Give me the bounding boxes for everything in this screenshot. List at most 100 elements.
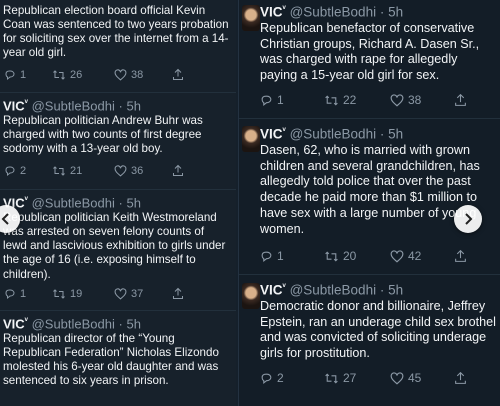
reply-button[interactable]: 2 [260, 371, 324, 385]
retweet-count: 27 [343, 371, 357, 385]
retweet-button[interactable]: 26 [52, 69, 114, 81]
share-button[interactable] [454, 93, 467, 107]
reply-button[interactable]: 1 [4, 288, 52, 300]
heart-icon [114, 164, 127, 177]
reply-icon [261, 251, 272, 262]
reply-count: 2 [20, 164, 27, 177]
verified-badge-icon: ᵛ [282, 125, 286, 135]
share-icon [173, 164, 183, 176]
retweet-count: 22 [343, 93, 357, 107]
heart-icon [114, 68, 127, 81]
author-handle[interactable]: @SubtleBodhi [32, 98, 115, 113]
reply-count: 2 [277, 371, 284, 385]
retweet-button[interactable]: 27 [324, 371, 390, 385]
author-handle[interactable]: @SubtleBodhi [32, 316, 115, 331]
tweet-header: VICᵛ @SubtleBodhi · 5h [260, 281, 403, 298]
retweet-icon [325, 372, 338, 384]
author-handle[interactable]: @SubtleBodhi [290, 5, 377, 20]
retweet-button[interactable]: 21 [52, 165, 114, 177]
tweet-actions: 2 27 45 [260, 371, 467, 385]
share-button[interactable] [172, 68, 184, 81]
avatar[interactable] [242, 126, 260, 152]
tweet-text: Republican director of the “Young Republ… [3, 332, 219, 388]
reply-button[interactable]: 1 [260, 93, 324, 107]
like-button[interactable]: 42 [390, 249, 454, 263]
author-name[interactable]: VIC [3, 98, 25, 113]
next-slide-button[interactable] [454, 205, 482, 233]
retweet-icon [53, 165, 65, 176]
reply-icon [5, 70, 15, 80]
reply-button[interactable]: 2 [4, 165, 52, 177]
tweet-card[interactable]: VICᵛ @SubtleBodhi · 5h Democratic donor … [239, 275, 500, 406]
tweet-actions: 2 21 36 [4, 164, 184, 177]
verified-badge-icon: ᵛ [24, 315, 28, 325]
dot-separator: · [118, 195, 123, 211]
right-screenshot-panel: VICᵛ @SubtleBodhi · 5h Republican benefa… [238, 0, 500, 406]
chevron-right-icon [465, 213, 473, 225]
tweet-card[interactable]: VICᵛ @SubtleBodhi · 5h Republican benefa… [239, 0, 500, 118]
author-handle[interactable]: @SubtleBodhi [32, 195, 115, 210]
author-name[interactable]: VIC [260, 5, 283, 20]
author-name[interactable]: VIC [3, 316, 25, 331]
share-button[interactable] [172, 287, 184, 300]
like-button[interactable]: 38 [390, 93, 454, 107]
left-screenshot-panel: Republican election board official Kevin… [0, 0, 236, 406]
timestamp[interactable]: 5h [126, 316, 140, 331]
reply-button[interactable]: 1 [4, 69, 52, 81]
like-count: 36 [131, 164, 144, 177]
reply-count: 1 [20, 68, 27, 81]
tweet-text: Republican election board official Kevin… [3, 4, 229, 60]
author-handle[interactable]: @SubtleBodhi [290, 127, 377, 142]
tweet-card[interactable]: VICᵛ @SubtleBodhi · 5h Republican politi… [0, 190, 236, 310]
share-button[interactable] [172, 164, 184, 177]
reply-icon [5, 289, 15, 299]
tweet-actions: 1 19 37 [4, 287, 184, 300]
timestamp[interactable]: 5h [126, 98, 140, 113]
like-button[interactable]: 36 [114, 165, 172, 177]
retweet-count: 21 [70, 164, 83, 177]
author-handle[interactable]: @SubtleBodhi [290, 283, 377, 298]
reply-count: 1 [20, 287, 27, 300]
tweet-text: Republican benefactor of conservative Ch… [260, 21, 480, 83]
avatar[interactable] [242, 283, 260, 309]
timestamp[interactable]: 5h [126, 195, 140, 210]
reply-count: 1 [277, 249, 284, 263]
reply-button[interactable]: 1 [260, 249, 324, 263]
heart-icon [390, 249, 404, 263]
share-button[interactable] [454, 249, 467, 263]
retweet-count: 19 [70, 287, 83, 300]
timestamp[interactable]: 5h [388, 283, 403, 298]
like-count: 38 [408, 93, 422, 107]
retweet-button[interactable]: 20 [324, 249, 390, 263]
like-count: 38 [131, 68, 144, 81]
tweet-card[interactable]: VICᵛ @SubtleBodhi · 5h Republican politi… [0, 93, 236, 189]
tweet-card[interactable]: VICᵛ @SubtleBodhi · 5h Republican direct… [0, 311, 236, 406]
share-button[interactable] [454, 371, 467, 385]
verified-badge-icon: ᵛ [24, 194, 28, 204]
tweet-text: Democratic donor and billionaire, Jeffre… [260, 299, 496, 361]
tweet-actions: 1 22 38 [260, 93, 467, 107]
like-count: 37 [131, 287, 144, 300]
avatar[interactable] [242, 5, 260, 31]
retweet-icon [53, 69, 65, 80]
tweet-header: VICᵛ @SubtleBodhi · 5h [3, 315, 141, 331]
timestamp[interactable]: 5h [388, 127, 403, 142]
retweet-button[interactable]: 19 [52, 288, 114, 300]
timestamp[interactable]: 5h [388, 5, 403, 20]
verified-badge-icon: ᵛ [282, 3, 286, 13]
tweet-card[interactable]: Republican election board official Kevin… [0, 0, 236, 92]
like-button[interactable]: 38 [114, 69, 172, 81]
author-name[interactable]: VIC [260, 283, 283, 298]
share-icon [173, 287, 183, 299]
reply-icon [261, 95, 272, 106]
chevron-left-icon [1, 213, 9, 225]
heart-icon [390, 93, 404, 107]
tweet-actions: 1 26 38 [4, 68, 184, 81]
like-button[interactable]: 45 [390, 371, 454, 385]
retweet-icon [325, 94, 338, 106]
retweet-button[interactable]: 22 [324, 93, 390, 107]
author-name[interactable]: VIC [260, 127, 283, 142]
retweet-count: 26 [70, 68, 83, 81]
tweet-card[interactable]: VICᵛ @SubtleBodhi · 5h Dasen, 62, who is… [239, 119, 500, 274]
like-button[interactable]: 37 [114, 288, 172, 300]
